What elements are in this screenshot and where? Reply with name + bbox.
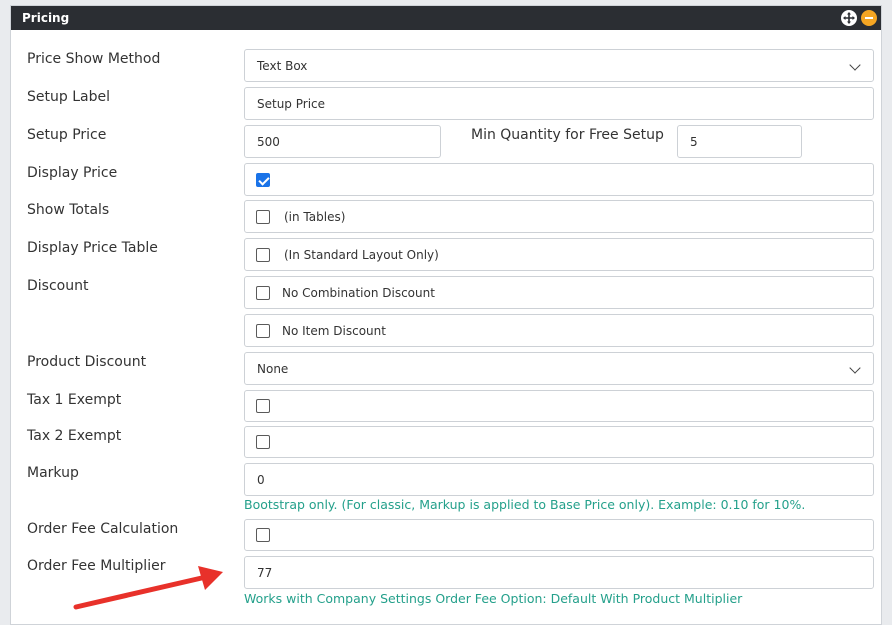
show-totals-label: Show Totals <box>27 202 110 218</box>
order-fee-multiplier-value: 77 <box>257 565 273 580</box>
order-fee-multiplier-help-text: Works with Company Settings Order Fee Op… <box>244 591 743 606</box>
minus-icon[interactable] <box>861 10 877 26</box>
order-fee-calculation-checkbox[interactable] <box>256 528 270 542</box>
panel-title: Pricing <box>22 11 70 25</box>
no-item-discount-checkbox[interactable] <box>256 323 270 338</box>
display-price-table-label: Display Price Table <box>27 240 158 256</box>
min-quantity-value: 5 <box>690 134 698 149</box>
no-combination-discount-row: No Combination Discount <box>244 276 874 309</box>
no-item-discount-row: No Item Discount <box>244 314 874 347</box>
order-fee-multiplier-input[interactable]: 77 <box>244 556 874 589</box>
setup-label-label: Setup Label <box>27 89 110 105</box>
pricing-panel: Pricing Price Show Method Text Box Setup… <box>10 5 882 625</box>
show-totals-checkbox[interactable] <box>256 209 270 224</box>
min-quantity-input[interactable]: 5 <box>677 125 802 158</box>
display-price-label: Display Price <box>27 165 118 181</box>
move-icon[interactable] <box>841 10 857 26</box>
setup-label-value: Setup Price <box>257 96 326 111</box>
min-quantity-label: Min Quantity for Free Setup <box>471 127 664 143</box>
display-price-row <box>244 163 874 196</box>
panel-header: Pricing <box>11 6 881 30</box>
markup-help-text: Bootstrap only. (For classic, Markup is … <box>244 497 806 512</box>
no-combination-discount-checkbox[interactable] <box>256 285 270 300</box>
setup-price-value: 500 <box>257 134 280 149</box>
setup-price-label: Setup Price <box>27 127 107 143</box>
no-combination-discount-text: No Combination Discount <box>282 285 435 300</box>
order-fee-calculation-label: Order Fee Calculation <box>27 521 179 537</box>
display-price-table-row: (In Standard Layout Only) <box>244 238 874 271</box>
tax1-exempt-checkbox[interactable] <box>256 399 270 413</box>
arrow-icon <box>73 566 223 610</box>
price-show-method-label: Price Show Method <box>27 51 161 67</box>
discount-label: Discount <box>27 278 89 294</box>
tax1-exempt-label: Tax 1 Exempt <box>27 392 122 408</box>
chevron-down-icon <box>849 59 861 71</box>
product-discount-value: None <box>257 361 289 376</box>
product-discount-select[interactable]: None <box>244 352 874 385</box>
product-discount-label: Product Discount <box>27 354 147 370</box>
tax2-exempt-label: Tax 2 Exempt <box>27 428 122 444</box>
price-show-method-value: Text Box <box>257 58 308 73</box>
tax1-exempt-row <box>244 390 874 422</box>
setup-price-input[interactable]: 500 <box>244 125 441 158</box>
display-price-table-text: (In Standard Layout Only) <box>284 247 439 262</box>
setup-label-input[interactable]: Setup Price <box>244 87 874 120</box>
show-totals-row: (in Tables) <box>244 200 874 233</box>
order-fee-calculation-row <box>244 519 874 551</box>
tax2-exempt-checkbox[interactable] <box>256 435 270 449</box>
chevron-down-icon <box>849 362 861 374</box>
no-item-discount-text: No Item Discount <box>282 323 386 338</box>
tax2-exempt-row <box>244 426 874 458</box>
display-price-checkbox[interactable] <box>256 172 270 187</box>
price-show-method-select[interactable]: Text Box <box>244 49 874 82</box>
show-totals-text: (in Tables) <box>284 209 346 224</box>
markup-input[interactable]: 0 <box>244 463 874 496</box>
display-price-table-checkbox[interactable] <box>256 247 270 262</box>
markup-value: 0 <box>257 472 265 487</box>
markup-label: Markup <box>27 465 79 481</box>
